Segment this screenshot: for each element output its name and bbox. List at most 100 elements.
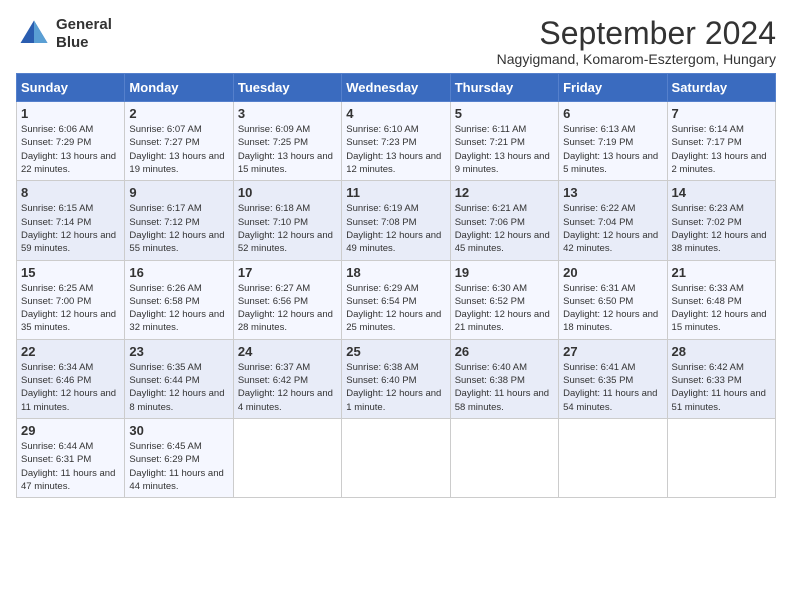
- calendar-cell: 7 Sunrise: 6:14 AM Sunset: 7:17 PM Dayli…: [667, 102, 775, 181]
- calendar-cell: 14 Sunrise: 6:23 AM Sunset: 7:02 PM Dayl…: [667, 181, 775, 260]
- day-info: Sunrise: 6:19 AM Sunset: 7:08 PM Dayligh…: [346, 202, 445, 255]
- day-info: Sunrise: 6:45 AM Sunset: 6:29 PM Dayligh…: [129, 440, 228, 493]
- day-info: Sunrise: 6:10 AM Sunset: 7:23 PM Dayligh…: [346, 123, 445, 176]
- calendar-cell: 30 Sunrise: 6:45 AM Sunset: 6:29 PM Dayl…: [125, 418, 233, 497]
- sunset-label: Sunset: 6:35 PM: [563, 375, 633, 386]
- daylight-label: Daylight: 12 hours and 21 minutes.: [455, 309, 550, 333]
- daylight-label: Daylight: 11 hours and 58 minutes.: [455, 388, 549, 412]
- sunset-label: Sunset: 7:17 PM: [672, 137, 742, 148]
- day-number: 14: [672, 185, 771, 200]
- calendar-cell: 20 Sunrise: 6:31 AM Sunset: 6:50 PM Dayl…: [559, 260, 667, 339]
- sunrise-label: Sunrise: 6:18 AM: [238, 203, 310, 214]
- sunrise-label: Sunrise: 6:13 AM: [563, 124, 635, 135]
- sunset-label: Sunset: 6:38 PM: [455, 375, 525, 386]
- sunset-label: Sunset: 6:40 PM: [346, 375, 416, 386]
- daylight-label: Daylight: 12 hours and 59 minutes.: [21, 230, 116, 254]
- daylight-label: Daylight: 12 hours and 11 minutes.: [21, 388, 116, 412]
- day-info: Sunrise: 6:38 AM Sunset: 6:40 PM Dayligh…: [346, 361, 445, 414]
- sunset-label: Sunset: 6:29 PM: [129, 454, 199, 465]
- daylight-label: Daylight: 12 hours and 49 minutes.: [346, 230, 441, 254]
- calendar-cell: 2 Sunrise: 6:07 AM Sunset: 7:27 PM Dayli…: [125, 102, 233, 181]
- sunset-label: Sunset: 6:31 PM: [21, 454, 91, 465]
- sunrise-label: Sunrise: 6:11 AM: [455, 124, 527, 135]
- day-info: Sunrise: 6:33 AM Sunset: 6:48 PM Dayligh…: [672, 282, 771, 335]
- daylight-label: Daylight: 13 hours and 22 minutes.: [21, 151, 116, 175]
- sunset-label: Sunset: 6:56 PM: [238, 296, 308, 307]
- calendar-cell: 29 Sunrise: 6:44 AM Sunset: 6:31 PM Dayl…: [17, 418, 125, 497]
- calendar-cell: [342, 418, 450, 497]
- daylight-label: Daylight: 12 hours and 18 minutes.: [563, 309, 658, 333]
- sunset-label: Sunset: 7:10 PM: [238, 217, 308, 228]
- logo-text: General Blue: [56, 16, 112, 52]
- calendar-week-4: 22 Sunrise: 6:34 AM Sunset: 6:46 PM Dayl…: [17, 339, 776, 418]
- daylight-label: Daylight: 11 hours and 51 minutes.: [672, 388, 766, 412]
- daylight-label: Daylight: 13 hours and 9 minutes.: [455, 151, 550, 175]
- day-number: 21: [672, 265, 771, 280]
- daylight-label: Daylight: 12 hours and 42 minutes.: [563, 230, 658, 254]
- sunrise-label: Sunrise: 6:10 AM: [346, 124, 418, 135]
- sunset-label: Sunset: 6:44 PM: [129, 375, 199, 386]
- calendar-cell: 25 Sunrise: 6:38 AM Sunset: 6:40 PM Dayl…: [342, 339, 450, 418]
- daylight-label: Daylight: 13 hours and 15 minutes.: [238, 151, 333, 175]
- sunrise-label: Sunrise: 6:15 AM: [21, 203, 93, 214]
- calendar-cell: [450, 418, 558, 497]
- calendar-cell: 3 Sunrise: 6:09 AM Sunset: 7:25 PM Dayli…: [233, 102, 341, 181]
- sunrise-label: Sunrise: 6:26 AM: [129, 283, 201, 294]
- day-info: Sunrise: 6:40 AM Sunset: 6:38 PM Dayligh…: [455, 361, 554, 414]
- sunrise-label: Sunrise: 6:29 AM: [346, 283, 418, 294]
- calendar-cell: 16 Sunrise: 6:26 AM Sunset: 6:58 PM Dayl…: [125, 260, 233, 339]
- day-header-saturday: Saturday: [667, 74, 775, 102]
- sunset-label: Sunset: 6:50 PM: [563, 296, 633, 307]
- daylight-label: Daylight: 12 hours and 35 minutes.: [21, 309, 116, 333]
- sunrise-label: Sunrise: 6:35 AM: [129, 362, 201, 373]
- calendar-cell: [667, 418, 775, 497]
- daylight-label: Daylight: 12 hours and 28 minutes.: [238, 309, 333, 333]
- day-info: Sunrise: 6:09 AM Sunset: 7:25 PM Dayligh…: [238, 123, 337, 176]
- day-number: 10: [238, 185, 337, 200]
- calendar-cell: 13 Sunrise: 6:22 AM Sunset: 7:04 PM Dayl…: [559, 181, 667, 260]
- day-number: 6: [563, 106, 662, 121]
- sunset-label: Sunset: 7:06 PM: [455, 217, 525, 228]
- day-info: Sunrise: 6:26 AM Sunset: 6:58 PM Dayligh…: [129, 282, 228, 335]
- day-info: Sunrise: 6:14 AM Sunset: 7:17 PM Dayligh…: [672, 123, 771, 176]
- calendar-cell: 19 Sunrise: 6:30 AM Sunset: 6:52 PM Dayl…: [450, 260, 558, 339]
- sunrise-label: Sunrise: 6:07 AM: [129, 124, 201, 135]
- day-info: Sunrise: 6:13 AM Sunset: 7:19 PM Dayligh…: [563, 123, 662, 176]
- sunset-label: Sunset: 7:00 PM: [21, 296, 91, 307]
- calendar-table: SundayMondayTuesdayWednesdayThursdayFrid…: [16, 73, 776, 498]
- day-header-tuesday: Tuesday: [233, 74, 341, 102]
- day-info: Sunrise: 6:18 AM Sunset: 7:10 PM Dayligh…: [238, 202, 337, 255]
- daylight-label: Daylight: 11 hours and 54 minutes.: [563, 388, 657, 412]
- daylight-label: Daylight: 13 hours and 19 minutes.: [129, 151, 224, 175]
- sunrise-label: Sunrise: 6:40 AM: [455, 362, 527, 373]
- day-number: 17: [238, 265, 337, 280]
- day-number: 23: [129, 344, 228, 359]
- day-info: Sunrise: 6:31 AM Sunset: 6:50 PM Dayligh…: [563, 282, 662, 335]
- sunset-label: Sunset: 7:23 PM: [346, 137, 416, 148]
- day-number: 13: [563, 185, 662, 200]
- day-info: Sunrise: 6:34 AM Sunset: 6:46 PM Dayligh…: [21, 361, 120, 414]
- sunrise-label: Sunrise: 6:37 AM: [238, 362, 310, 373]
- daylight-label: Daylight: 12 hours and 4 minutes.: [238, 388, 333, 412]
- sunset-label: Sunset: 7:19 PM: [563, 137, 633, 148]
- day-info: Sunrise: 6:30 AM Sunset: 6:52 PM Dayligh…: [455, 282, 554, 335]
- sunset-label: Sunset: 6:54 PM: [346, 296, 416, 307]
- day-header-thursday: Thursday: [450, 74, 558, 102]
- sunset-label: Sunset: 6:46 PM: [21, 375, 91, 386]
- day-number: 22: [21, 344, 120, 359]
- sunrise-label: Sunrise: 6:19 AM: [346, 203, 418, 214]
- day-info: Sunrise: 6:44 AM Sunset: 6:31 PM Dayligh…: [21, 440, 120, 493]
- subtitle: Nagyigmand, Komarom-Esztergom, Hungary: [497, 51, 776, 67]
- sunrise-label: Sunrise: 6:38 AM: [346, 362, 418, 373]
- sunrise-label: Sunrise: 6:09 AM: [238, 124, 310, 135]
- calendar-cell: 17 Sunrise: 6:27 AM Sunset: 6:56 PM Dayl…: [233, 260, 341, 339]
- sunset-label: Sunset: 7:04 PM: [563, 217, 633, 228]
- daylight-label: Daylight: 12 hours and 25 minutes.: [346, 309, 441, 333]
- daylight-label: Daylight: 12 hours and 45 minutes.: [455, 230, 550, 254]
- sunrise-label: Sunrise: 6:21 AM: [455, 203, 527, 214]
- day-number: 26: [455, 344, 554, 359]
- sunrise-label: Sunrise: 6:31 AM: [563, 283, 635, 294]
- sunset-label: Sunset: 7:02 PM: [672, 217, 742, 228]
- daylight-label: Daylight: 12 hours and 8 minutes.: [129, 388, 224, 412]
- day-info: Sunrise: 6:22 AM Sunset: 7:04 PM Dayligh…: [563, 202, 662, 255]
